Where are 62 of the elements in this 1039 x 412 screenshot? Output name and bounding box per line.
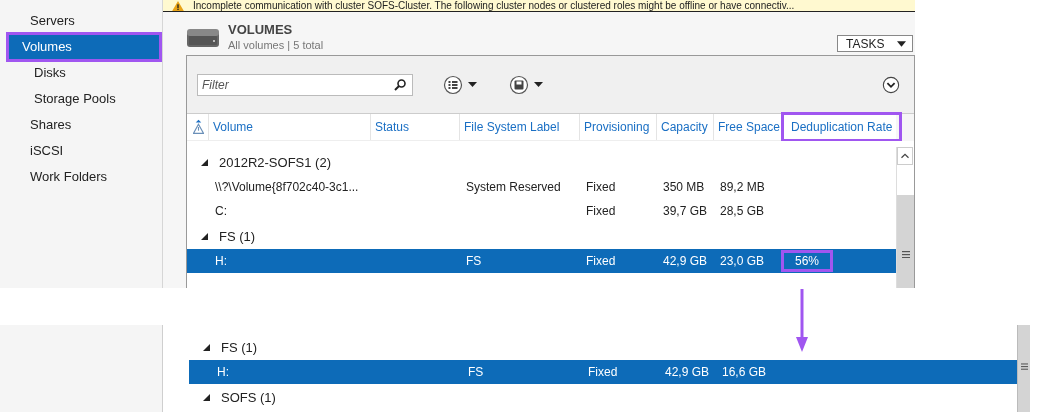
table-cell: \\?\Volume{8f702c40-3c1... — [215, 180, 359, 194]
table-cell: 39,7 GB — [663, 204, 708, 218]
scroll-thumb[interactable] — [897, 195, 914, 288]
expand-icon[interactable] — [203, 393, 210, 401]
column-header[interactable]: Volume — [209, 116, 260, 138]
list-options-icon[interactable] — [443, 74, 479, 95]
alert-column-icon[interactable] — [193, 119, 204, 135]
section-subtitle: All volumes | 5 total — [228, 38, 325, 52]
sidebar-item[interactable]: Work Folders — [8, 164, 160, 190]
sidebar-item[interactable]: iSCSI — [8, 138, 160, 164]
table-cell: System Reserved — [466, 180, 561, 194]
filter-field[interactable]: Filter — [197, 73, 413, 96]
table-cell: H: — [217, 365, 229, 379]
table-cell: 23,0 GB — [720, 254, 765, 268]
table-cell: Fixed — [588, 365, 618, 379]
table-cell: 42,9 GB — [663, 254, 708, 268]
table-row[interactable]: C: Fixed 39,7 GB 28,5 GB — [187, 199, 896, 223]
table-cell: 42,9 GB — [665, 365, 710, 379]
sidebar-item[interactable]: Disks — [8, 60, 160, 86]
table-cell: C: — [215, 204, 227, 218]
column-header[interactable]: Provisioning — [580, 116, 656, 138]
group-label: SOFS (1) — [221, 389, 276, 405]
save-options-icon[interactable] — [509, 74, 545, 95]
table-cell: 16,6 GB — [722, 365, 767, 379]
expand-icon[interactable] — [201, 232, 208, 240]
section-title: VOLUMES — [228, 22, 294, 38]
drive-icon — [186, 28, 220, 48]
collapse-toggle-icon[interactable] — [882, 75, 900, 94]
table-row[interactable]: H: FS Fixed 42,9 GB 23,0 GB 56% — [187, 249, 896, 273]
table-cell: FS — [466, 254, 482, 268]
sidebar-item[interactable]: Volumes — [8, 34, 160, 60]
tasks-button[interactable]: TASKS — [837, 35, 913, 52]
grip-icon[interactable] — [1020, 363, 1028, 370]
column-header[interactable]: Capacity — [657, 116, 714, 138]
table-cell: Fixed — [586, 204, 616, 218]
sidebar-item[interactable]: Storage Pools — [8, 86, 160, 112]
scroll-up-icon[interactable] — [897, 147, 913, 165]
expand-icon[interactable] — [201, 158, 208, 166]
table-row[interactable]: \\?\Volume{8f702c40-3c1... System Reserved Fixed 350 MB 89,2 MB — [187, 175, 896, 199]
scrollbar[interactable] — [896, 147, 914, 288]
warning-message: Incomplete communication with cluster SOFS-Cluster. The following cluster nodes or clustered roles might be offline or have connectiv... — [193, 0, 795, 11]
table-cell: 350 MB — [663, 180, 705, 194]
table-cell: Fixed — [586, 254, 616, 268]
sidebar-item[interactable]: Servers — [8, 8, 160, 34]
table-row[interactable]: H: FS Fixed 42,9 GB 16,6 GB — [189, 360, 1017, 384]
table-cell: 56% — [781, 250, 834, 272]
group-label: FS (1) — [219, 228, 256, 244]
table-cell: 28,5 GB — [720, 204, 765, 218]
table-cell: FS — [468, 365, 484, 379]
column-header[interactable]: File System Label — [460, 116, 566, 138]
table-cell: 89,2 MB — [720, 180, 765, 194]
table-cell: H: — [215, 254, 227, 268]
column-header[interactable]: Status — [371, 116, 416, 138]
sidebar-item[interactable]: Shares — [8, 112, 160, 138]
table-cell: Fixed — [586, 180, 616, 194]
group-label: 2012R2-SOFS1 (2) — [219, 154, 331, 170]
scrollbar[interactable] — [1017, 325, 1030, 412]
group-label: FS (1) — [221, 339, 258, 355]
search-icon — [394, 78, 406, 91]
caret-icon — [897, 40, 906, 47]
expand-icon[interactable] — [203, 343, 210, 351]
annotation-arrow — [795, 289, 809, 353]
